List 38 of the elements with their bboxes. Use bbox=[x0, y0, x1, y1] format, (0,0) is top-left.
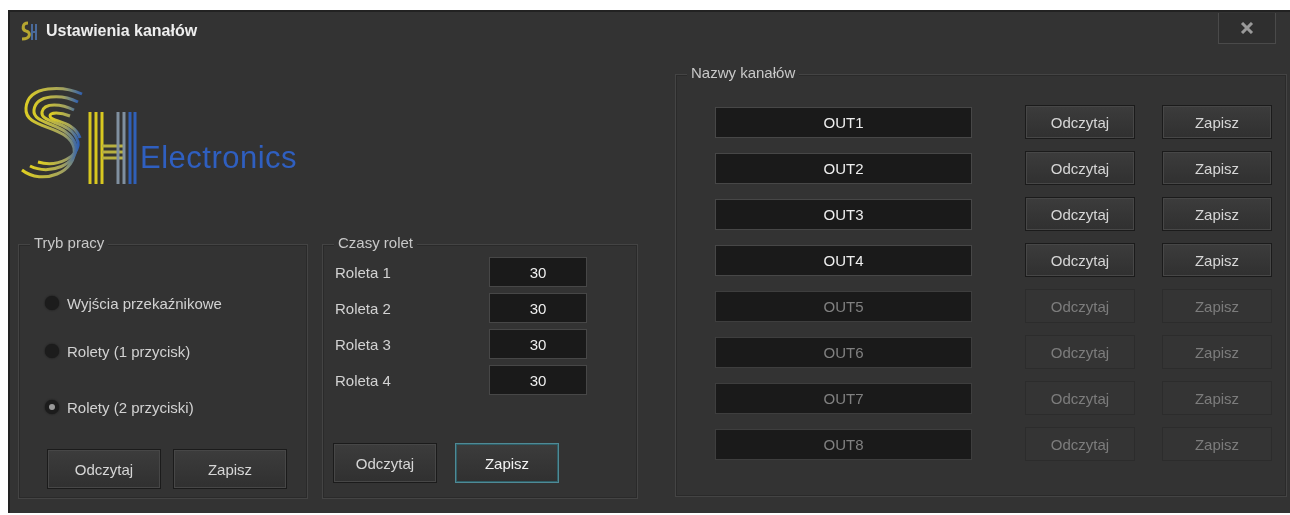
radio-button[interactable] bbox=[45, 296, 59, 310]
field-label: Roleta 3 bbox=[335, 335, 392, 353]
radio-label: Wyjścia przekaźnikowe bbox=[67, 294, 222, 312]
save-button[interactable]: Zapisz bbox=[1162, 197, 1272, 231]
channel-name-field[interactable]: OUT2 bbox=[715, 152, 972, 184]
close-icon bbox=[1240, 21, 1254, 34]
close-button[interactable] bbox=[1218, 12, 1276, 44]
radio-button[interactable] bbox=[45, 344, 59, 358]
time-field[interactable]: 30 bbox=[489, 293, 587, 323]
window-title: Ustawienia kanałów bbox=[46, 22, 198, 40]
radio-label: Rolety (1 przycisk) bbox=[67, 342, 191, 360]
radio-button[interactable] bbox=[45, 400, 59, 414]
save-button[interactable]: Zapisz bbox=[1162, 105, 1272, 139]
read-button[interactable]: Odczytaj bbox=[1025, 151, 1135, 185]
app-icon bbox=[20, 20, 38, 42]
time-field[interactable]: 30 bbox=[489, 365, 587, 395]
channel-name-field[interactable]: OUT1 bbox=[715, 106, 972, 138]
action-button[interactable]: Odczytaj bbox=[333, 443, 437, 483]
group-title: Tryb pracy bbox=[30, 234, 109, 252]
save-button[interactable]: Zapisz bbox=[1162, 151, 1272, 185]
group-title: Nazwy kanałów bbox=[687, 64, 800, 82]
field-label: Roleta 4 bbox=[335, 371, 392, 389]
action-button[interactable]: Zapisz bbox=[173, 449, 287, 489]
logo-text: Electronics bbox=[140, 140, 298, 176]
channel-name-field[interactable]: OUT4 bbox=[715, 244, 972, 276]
field-label: Roleta 1 bbox=[335, 263, 392, 281]
read-button[interactable]: Odczytaj bbox=[1025, 243, 1135, 277]
time-field[interactable]: 30 bbox=[489, 329, 587, 359]
action-button[interactable]: Odczytaj bbox=[47, 449, 161, 489]
action-button[interactable]: Zapisz bbox=[455, 443, 559, 483]
group-title: Czasy rolet bbox=[334, 234, 418, 252]
read-button[interactable]: Odczytaj bbox=[1025, 105, 1135, 139]
radio-label: Rolety (2 przyciski) bbox=[67, 398, 194, 416]
save-button[interactable]: Zapisz bbox=[1162, 243, 1272, 277]
read-button[interactable]: Odczytaj bbox=[1025, 197, 1135, 231]
channel-name-field[interactable]: OUT3 bbox=[715, 198, 972, 230]
field-label: Roleta 2 bbox=[335, 299, 392, 317]
time-field[interactable]: 30 bbox=[489, 257, 587, 287]
